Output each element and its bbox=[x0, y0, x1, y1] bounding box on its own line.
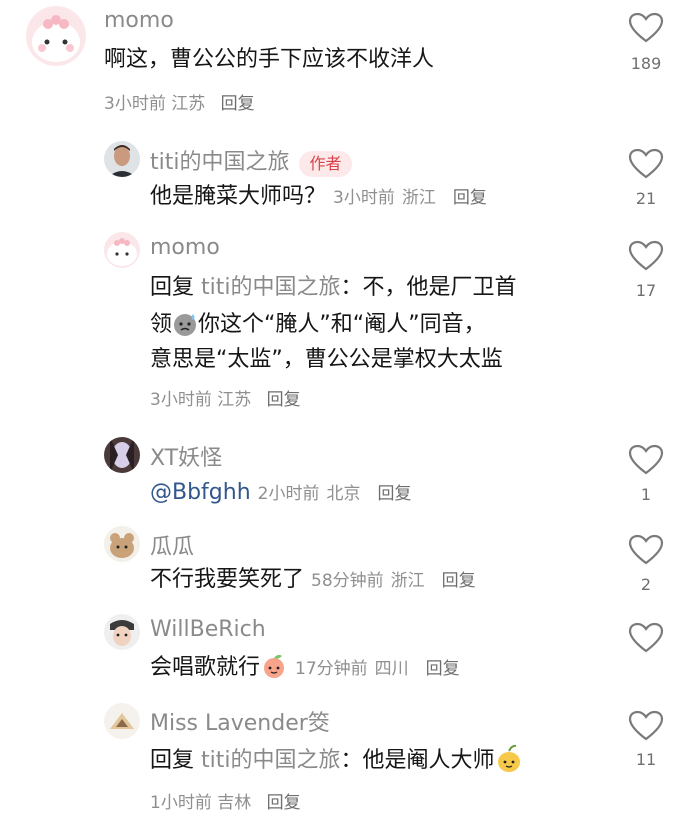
comment-body: 你这个“腌人”和“阉人”同音， bbox=[198, 312, 486, 337]
comment-username[interactable]: 瓜瓜 bbox=[150, 529, 194, 561]
reply-button[interactable]: 回复 bbox=[267, 793, 301, 813]
reply-target[interactable]: titi的中国之旅 bbox=[201, 275, 340, 300]
username-text[interactable]: titi的中国之旅 bbox=[150, 150, 289, 175]
reply-button[interactable]: 回复 bbox=[453, 188, 487, 208]
comment-body: 不，他是厂卫首 bbox=[362, 275, 517, 300]
author-badge: 作者 bbox=[299, 151, 352, 177]
comment-body: 会唱歌就行 bbox=[150, 655, 261, 680]
comment-location: 江苏 bbox=[171, 94, 206, 114]
pear-emoji-icon bbox=[495, 743, 523, 783]
comment-body: 不行我要笑死了 bbox=[150, 567, 305, 592]
comment-time: 58分钟前 bbox=[311, 571, 384, 591]
comment-username[interactable]: momo bbox=[150, 235, 220, 260]
like-button[interactable] bbox=[626, 710, 666, 746]
like-count: 11 bbox=[635, 750, 657, 769]
comment-time: 17分钟前 bbox=[295, 659, 368, 679]
comment-text: 回复 titi的中国之旅：他是阉人大师 bbox=[150, 743, 523, 783]
mention-link[interactable]: @Bbfghh bbox=[150, 480, 251, 505]
avatar[interactable] bbox=[104, 703, 140, 739]
comment-location: 北京 bbox=[326, 484, 361, 504]
like-button[interactable] bbox=[626, 444, 666, 480]
comment-username[interactable]: Miss Lavender筊 bbox=[150, 705, 330, 737]
comment-text-line: 意思是“太监”，曹公公是掌权大太监 bbox=[150, 347, 503, 372]
comment-username[interactable]: XT妖怪 bbox=[150, 440, 222, 472]
heart-outline-icon bbox=[628, 534, 664, 565]
heart-outline-icon bbox=[628, 240, 664, 271]
heart-outline-icon bbox=[628, 622, 664, 653]
comment-location: 江苏 bbox=[217, 390, 252, 410]
like-count: 21 bbox=[635, 189, 657, 208]
like-count: 2 bbox=[640, 575, 652, 594]
comment-time: 2小时前 bbox=[257, 484, 320, 504]
comment-time: 1小时前 bbox=[150, 793, 212, 813]
comment-meta: 3小时前 江苏 回复 bbox=[104, 89, 255, 114]
reply-prefix: 回复 bbox=[150, 748, 195, 773]
comment-meta: 1小时前 吉林 回复 bbox=[150, 788, 301, 813]
like-button[interactable] bbox=[626, 148, 666, 184]
comment-location: 四川 bbox=[374, 659, 409, 679]
avatar[interactable] bbox=[26, 6, 86, 66]
like-button[interactable] bbox=[626, 534, 666, 570]
colon: ： bbox=[340, 748, 363, 773]
comment-text: 不行我要笑死了 58分钟前 浙江 回复 bbox=[150, 564, 476, 597]
comment-text: 他是腌菜大师吗？ 3小时前 浙江 回复 bbox=[150, 181, 487, 214]
comment-time: 3小时前 bbox=[150, 390, 212, 410]
reply-button[interactable]: 回复 bbox=[426, 659, 460, 679]
comment-meta: 3小时前 江苏 回复 bbox=[150, 385, 301, 410]
reply-button[interactable]: 回复 bbox=[221, 94, 255, 114]
like-count: 1 bbox=[640, 485, 652, 504]
heart-outline-icon bbox=[628, 148, 664, 179]
heart-outline-icon bbox=[628, 710, 664, 741]
heart-outline-icon bbox=[628, 12, 664, 43]
avatar[interactable] bbox=[104, 614, 140, 650]
comment-text-line: 领你这个“腌人”和“阉人”同音， bbox=[150, 309, 486, 347]
like-count: 189 bbox=[630, 54, 662, 73]
heart-outline-icon bbox=[628, 444, 664, 475]
like-button[interactable] bbox=[626, 622, 666, 658]
comment-location: 吉林 bbox=[217, 793, 252, 813]
avatar[interactable] bbox=[104, 437, 140, 473]
comment-body: 他是阉人大师 bbox=[362, 748, 495, 773]
avatar[interactable] bbox=[104, 232, 140, 268]
comment-text: @Bbfghh 2小时前 北京 回复 bbox=[150, 477, 411, 510]
comment-username[interactable]: momo bbox=[104, 8, 174, 33]
comment-body: 他是腌菜大师吗？ bbox=[150, 184, 327, 209]
comment-time: 3小时前 bbox=[104, 94, 166, 114]
avatar[interactable] bbox=[104, 141, 140, 177]
comment-location: 浙江 bbox=[390, 571, 425, 591]
reply-button[interactable]: 回复 bbox=[377, 484, 411, 504]
like-count: 17 bbox=[635, 281, 657, 300]
reply-button[interactable]: 回复 bbox=[267, 390, 301, 410]
comment-username[interactable]: WillBeRich bbox=[150, 617, 266, 642]
sweat-emoji-icon bbox=[172, 311, 198, 347]
comment-time: 3小时前 bbox=[333, 188, 395, 208]
comment-location: 浙江 bbox=[401, 188, 436, 208]
reply-prefix: 回复 bbox=[150, 275, 195, 300]
comment-text-line: 回复 titi的中国之旅：不，他是厂卫首 bbox=[150, 272, 517, 304]
comment-body: 领 bbox=[150, 312, 173, 337]
reply-button[interactable]: 回复 bbox=[442, 571, 476, 591]
avatar[interactable] bbox=[104, 526, 140, 562]
reply-target[interactable]: titi的中国之旅 bbox=[201, 748, 340, 773]
like-button[interactable] bbox=[626, 12, 666, 48]
peach-emoji-icon bbox=[260, 652, 288, 690]
colon: ： bbox=[340, 275, 363, 300]
like-button[interactable] bbox=[626, 240, 666, 276]
comment-text: 会唱歌就行 17分钟前 四川 回复 bbox=[150, 652, 460, 690]
comment-text: 啊这，曹公公的手下应该不收洋人 bbox=[104, 47, 435, 72]
comment-username[interactable]: titi的中国之旅 作者 bbox=[150, 144, 352, 177]
